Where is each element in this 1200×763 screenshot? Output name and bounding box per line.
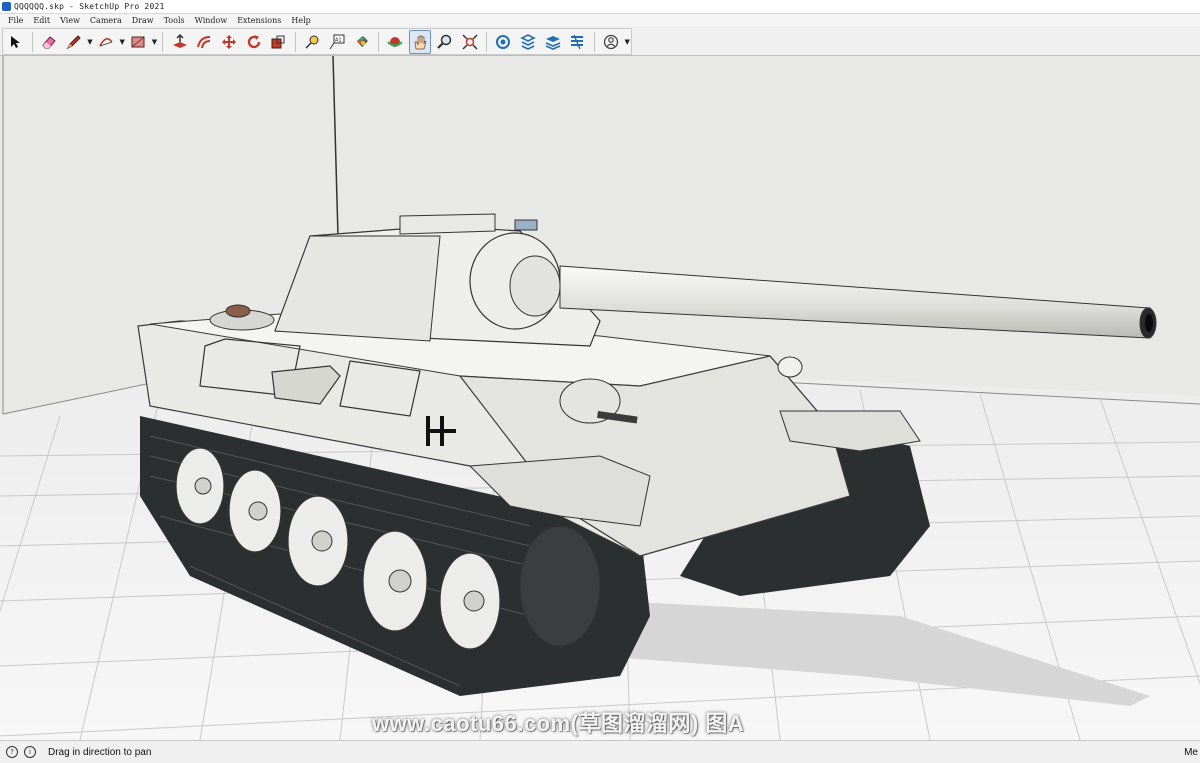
svg-text:A1: A1 xyxy=(335,37,342,43)
user-icon xyxy=(603,34,619,49)
offset-tool-button[interactable] xyxy=(193,30,216,54)
3d-warehouse-button[interactable] xyxy=(492,30,515,54)
tape-measure-icon xyxy=(305,35,319,49)
scale-icon xyxy=(271,35,285,48)
arrow-icon xyxy=(11,35,21,48)
rectangle-tool-button[interactable] xyxy=(127,30,150,54)
orbit-icon xyxy=(387,36,404,47)
menu-tools[interactable]: Tools xyxy=(162,16,187,25)
arc-tool-button[interactable] xyxy=(95,30,118,54)
scale-tool-button[interactable] xyxy=(267,30,290,54)
paint-bucket-icon xyxy=(356,35,368,47)
extension-manager-button[interactable] xyxy=(566,30,589,54)
toolbar-separator xyxy=(485,31,487,52)
rectangle-icon xyxy=(131,36,145,47)
text-tool-button[interactable]: A1 xyxy=(326,30,349,54)
periscope xyxy=(514,219,538,231)
move-icon xyxy=(222,34,237,49)
menu-bar: File Edit View Camera Draw Tools Window … xyxy=(0,14,1200,26)
toolbar-separator xyxy=(162,31,164,52)
account-dropdown[interactable]: ▼ xyxy=(623,31,631,53)
commander-cupola xyxy=(399,213,496,235)
zoom-icon xyxy=(436,34,452,49)
tape-measure-tool-button[interactable] xyxy=(301,30,324,54)
rectangle-tool-dropdown[interactable]: ▼ xyxy=(151,31,159,53)
model-viewport[interactable]: www.caotu66.com(草图溜溜网) 图A xyxy=(0,56,1200,740)
status-help-icon[interactable]: ? xyxy=(6,746,18,758)
pan-tool-button[interactable] xyxy=(408,29,432,54)
main-toolbar: ▼ ▼ ▼ A1 ▼ xyxy=(0,27,1200,56)
toolbar-strip: ▼ ▼ ▼ A1 ▼ xyxy=(2,28,632,55)
menu-extensions[interactable]: Extensions xyxy=(235,16,283,25)
toolbar-separator xyxy=(378,31,379,52)
zoom-extents-icon xyxy=(461,33,478,50)
line-tool-dropdown[interactable]: ▼ xyxy=(86,31,94,53)
engine-deck-cap xyxy=(225,304,251,318)
eraser-tool-button[interactable] xyxy=(38,30,61,54)
menu-view[interactable]: View xyxy=(58,16,82,25)
account-button[interactable] xyxy=(600,30,623,54)
toolbar-separator xyxy=(294,31,296,52)
offset-icon xyxy=(197,35,211,48)
menu-draw[interactable]: Draw xyxy=(130,16,156,25)
sketchup-app-icon xyxy=(2,2,11,11)
eraser-icon xyxy=(42,35,56,48)
zoom-extents-button[interactable] xyxy=(458,30,481,54)
line-tool-button[interactable] xyxy=(62,30,85,54)
gun-muzzle-bore xyxy=(1145,314,1153,332)
layout-button[interactable] xyxy=(541,30,564,54)
select-tool-button[interactable] xyxy=(4,30,27,54)
menu-file[interactable]: File xyxy=(6,16,25,25)
rotate-icon xyxy=(247,34,260,48)
pan-hand-icon xyxy=(414,35,427,49)
gun-mantlet-inner xyxy=(509,255,561,317)
watermark-text: www.caotu66.com(草图溜溜网) 图A xyxy=(372,711,745,736)
extension-warehouse-button[interactable] xyxy=(517,30,540,54)
toolbar-separator xyxy=(593,31,595,52)
menu-help[interactable]: Help xyxy=(289,16,312,25)
rotate-tool-button[interactable] xyxy=(242,30,265,54)
measurements-label: Me xyxy=(1184,746,1198,758)
model-scene[interactable] xyxy=(0,56,1200,740)
text-icon: A1 xyxy=(329,34,345,49)
status-hint: Drag in direction to pan xyxy=(48,746,152,758)
window-title: QQQQQQ.skp - SketchUp Pro 2021 xyxy=(14,2,165,11)
extension-manager-icon xyxy=(571,34,584,49)
arc-icon xyxy=(99,37,113,46)
paint-bucket-tool-button[interactable] xyxy=(350,30,373,54)
status-bar: ? i Drag in direction to pan Me xyxy=(0,740,1200,763)
title-bar: QQQQQQ.skp - SketchUp Pro 2021 xyxy=(0,0,1200,14)
arc-tool-dropdown[interactable]: ▼ xyxy=(118,31,126,53)
zoom-tool-button[interactable] xyxy=(433,30,456,54)
move-tool-button[interactable] xyxy=(218,30,241,54)
menu-window[interactable]: Window xyxy=(193,16,230,25)
menu-edit[interactable]: Edit xyxy=(31,16,52,25)
pencil-icon xyxy=(66,34,81,49)
push-pull-icon xyxy=(172,33,187,48)
orbit-tool-button[interactable] xyxy=(384,30,407,54)
toolbar-separator xyxy=(31,31,33,52)
status-info-icon[interactable]: i xyxy=(24,746,36,758)
headlight xyxy=(777,356,803,378)
extension-warehouse-icon xyxy=(520,33,536,50)
warehouse-icon xyxy=(496,34,511,49)
push-pull-tool-button[interactable] xyxy=(168,30,191,54)
layers-icon xyxy=(545,35,560,50)
menu-camera[interactable]: Camera xyxy=(88,16,124,25)
